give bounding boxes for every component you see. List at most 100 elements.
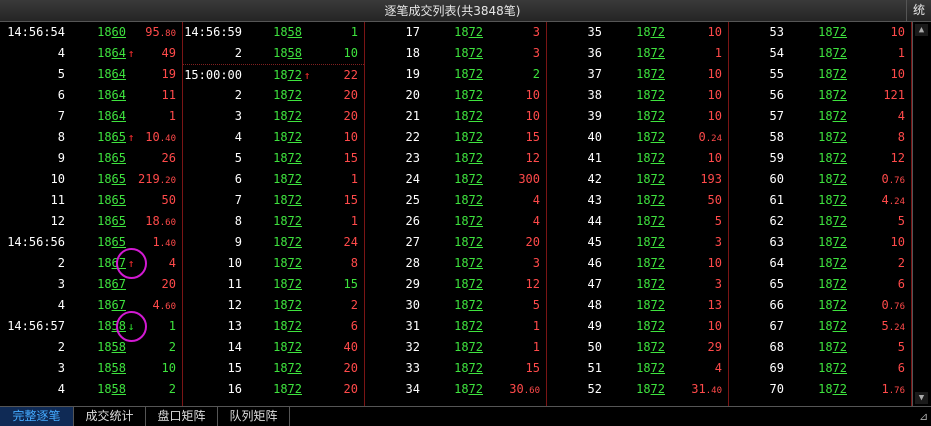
trade-row[interactable]: 4 1872 10 <box>183 127 364 148</box>
trade-row[interactable]: 70 1872 1.76 <box>729 379 911 400</box>
trade-row[interactable]: 49 1872 10 <box>547 316 728 337</box>
trade-row[interactable]: 47 1872 3 <box>547 274 728 295</box>
trade-row[interactable]: 8 1865 ↑ 10.40 <box>0 127 182 148</box>
trade-row[interactable]: 14:56:54 1860 95.80 <box>0 22 182 43</box>
trade-row[interactable]: 12 1865 18.60 <box>0 211 182 232</box>
trade-row[interactable]: 20 1872 10 <box>365 85 546 106</box>
trade-row[interactable]: 29 1872 12 <box>365 274 546 295</box>
tab-full-trades[interactable]: 完整逐笔 <box>0 407 74 426</box>
scroll-up-icon[interactable]: ▲ <box>915 24 928 36</box>
trade-row[interactable]: 27 1872 20 <box>365 232 546 253</box>
trade-row[interactable]: 38 1872 10 <box>547 85 728 106</box>
trade-row[interactable]: 28 1872 3 <box>365 253 546 274</box>
trade-row[interactable]: 4 1867 4.60 <box>0 295 182 316</box>
trade-row[interactable]: 8 1872 1 <box>183 211 364 232</box>
trade-row[interactable]: 66 1872 0.76 <box>729 295 911 316</box>
trade-row[interactable]: 57 1872 4 <box>729 106 911 127</box>
trade-row[interactable]: 3 1867 20 <box>0 274 182 295</box>
trade-row[interactable]: 39 1872 10 <box>547 106 728 127</box>
trade-row[interactable]: 32 1872 1 <box>365 337 546 358</box>
trade-row[interactable]: 14:56:59 1858 1 <box>183 22 364 43</box>
trade-row[interactable]: 35 1872 10 <box>547 22 728 43</box>
trade-row[interactable]: 26 1872 4 <box>365 211 546 232</box>
trade-row[interactable]: 9 1865 26 <box>0 148 182 169</box>
trade-row[interactable]: 52 1872 31.40 <box>547 379 728 400</box>
trade-row[interactable]: 12 1872 2 <box>183 295 364 316</box>
trade-row[interactable]: 65 1872 6 <box>729 274 911 295</box>
tab-trade-stats[interactable]: 成交统计 <box>74 407 146 426</box>
trade-row[interactable]: 9 1872 24 <box>183 232 364 253</box>
trade-row[interactable]: 22 1872 15 <box>365 127 546 148</box>
trade-row[interactable]: 41 1872 10 <box>547 148 728 169</box>
trade-row[interactable]: 51 1872 4 <box>547 358 728 379</box>
trade-row[interactable]: 48 1872 13 <box>547 295 728 316</box>
tab-book-matrix[interactable]: 盘口矩阵 <box>146 407 218 426</box>
trade-row[interactable]: 13 1872 6 <box>183 316 364 337</box>
trade-row[interactable]: 24 1872 300 <box>365 169 546 190</box>
trade-row[interactable]: 43 1872 50 <box>547 190 728 211</box>
trade-row[interactable]: 46 1872 10 <box>547 253 728 274</box>
trade-row[interactable]: 63 1872 10 <box>729 232 911 253</box>
trade-row[interactable]: 16 1872 20 <box>183 379 364 400</box>
trade-row[interactable]: 69 1872 6 <box>729 358 911 379</box>
scroll-down-icon[interactable]: ▼ <box>915 392 928 404</box>
trade-row[interactable]: 54 1872 1 <box>729 43 911 64</box>
trade-row[interactable]: 25 1872 4 <box>365 190 546 211</box>
trade-row[interactable]: 3 1858 10 <box>0 358 182 379</box>
trade-row[interactable]: 17 1872 3 <box>365 22 546 43</box>
trade-row[interactable]: 2 1858 2 <box>0 337 182 358</box>
trade-row[interactable]: 14 1872 40 <box>183 337 364 358</box>
trade-row[interactable]: 36 1872 1 <box>547 43 728 64</box>
trade-row[interactable]: 59 1872 12 <box>729 148 911 169</box>
trade-row[interactable]: 67 1872 5.24 <box>729 316 911 337</box>
trade-row[interactable]: 18 1872 3 <box>365 43 546 64</box>
trade-row[interactable]: 37 1872 10 <box>547 64 728 85</box>
trade-row[interactable]: 53 1872 10 <box>729 22 911 43</box>
trade-row[interactable]: 68 1872 5 <box>729 337 911 358</box>
trade-row[interactable]: 55 1872 10 <box>729 64 911 85</box>
trade-row[interactable]: 14:56:57 1858 ↓ 1 <box>0 311 182 342</box>
trade-row[interactable]: 60 1872 0.76 <box>729 169 911 190</box>
vertical-scrollbar[interactable]: ▲ ▼ <box>912 22 931 406</box>
trade-row[interactable]: 2 1858 10 <box>183 43 364 64</box>
trade-row[interactable]: 10 1865 219.20 <box>0 169 182 190</box>
trade-row[interactable]: 45 1872 3 <box>547 232 728 253</box>
trade-row[interactable]: 15 1872 20 <box>183 358 364 379</box>
trade-row[interactable]: 21 1872 10 <box>365 106 546 127</box>
trade-row[interactable]: 33 1872 15 <box>365 358 546 379</box>
stats-corner-button[interactable]: 统 <box>906 0 931 21</box>
trade-row[interactable]: 5 1872 15 <box>183 148 364 169</box>
trade-row[interactable]: 4 1858 2 <box>0 379 182 400</box>
price-dec: 72 <box>650 382 665 396</box>
trade-row[interactable]: 23 1872 12 <box>365 148 546 169</box>
trade-row[interactable]: 19 1872 2 <box>365 64 546 85</box>
trade-row[interactable]: 2 1872 20 <box>183 85 364 106</box>
trade-row[interactable]: 58 1872 8 <box>729 127 911 148</box>
trade-row[interactable]: 61 1872 4.24 <box>729 190 911 211</box>
trade-row[interactable]: 6 1864 11 <box>0 85 182 106</box>
tab-queue-matrix[interactable]: 队列矩阵 <box>218 407 290 426</box>
trade-row[interactable]: 6 1872 1 <box>183 169 364 190</box>
trade-row[interactable]: 50 1872 29 <box>547 337 728 358</box>
trade-row[interactable]: 11 1865 50 <box>0 190 182 211</box>
trade-row[interactable]: 62 1872 5 <box>729 211 911 232</box>
trade-row[interactable]: 11 1872 15 <box>183 274 364 295</box>
trade-row[interactable]: 15:00:00 1872 ↑ 22 <box>183 64 364 86</box>
trade-row[interactable]: 64 1872 2 <box>729 253 911 274</box>
trade-row[interactable]: 40 1872 0.24 <box>547 127 728 148</box>
trade-row[interactable]: 5 1864 19 <box>0 64 182 85</box>
trade-row[interactable]: 10 1872 8 <box>183 253 364 274</box>
trade-row[interactable]: 2 1867 ↑ 4 <box>0 248 182 279</box>
trade-row[interactable]: 42 1872 193 <box>547 169 728 190</box>
tab-scroll-icon[interactable]: ⊿ <box>919 407 931 426</box>
trade-row[interactable]: 56 1872 121 <box>729 85 911 106</box>
trade-row[interactable]: 31 1872 1 <box>365 316 546 337</box>
trade-row[interactable]: 4 1864 ↑ 49 <box>0 43 182 64</box>
trade-row[interactable]: 14:56:56 1865 1.40 <box>0 232 182 253</box>
trade-row[interactable]: 34 1872 30.60 <box>365 379 546 400</box>
trade-row[interactable]: 44 1872 5 <box>547 211 728 232</box>
trade-row[interactable]: 7 1864 1 <box>0 106 182 127</box>
trade-row[interactable]: 3 1872 20 <box>183 106 364 127</box>
trade-row[interactable]: 7 1872 15 <box>183 190 364 211</box>
trade-row[interactable]: 30 1872 5 <box>365 295 546 316</box>
